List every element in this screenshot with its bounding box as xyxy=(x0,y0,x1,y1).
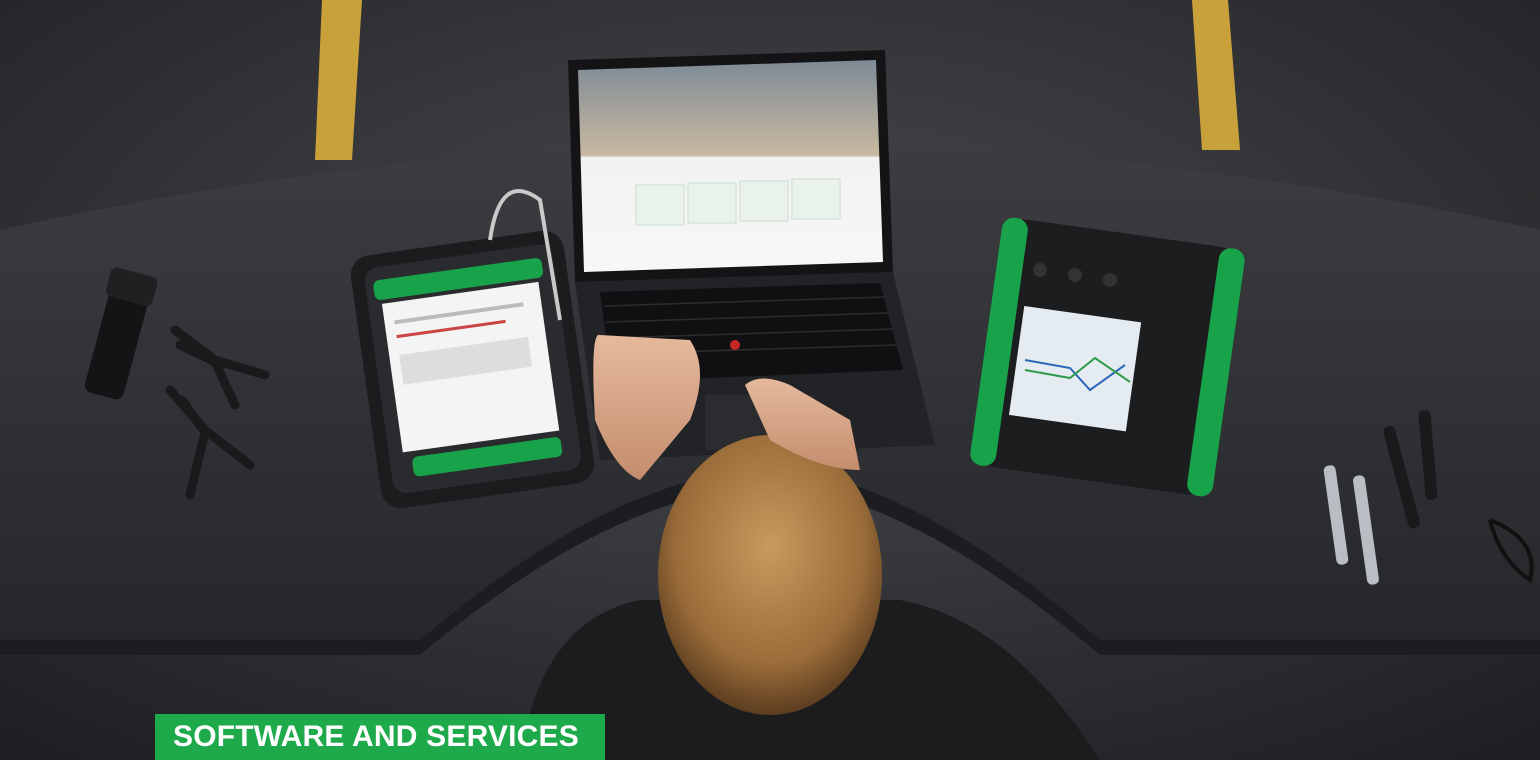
section-title: SOFTWARE AND SERVICES xyxy=(173,720,579,753)
section-banner: SOFTWARE AND SERVICES xyxy=(155,714,605,760)
calibrator-device xyxy=(970,217,1245,497)
hero-photo xyxy=(0,0,1540,760)
tablet-device xyxy=(350,230,595,509)
